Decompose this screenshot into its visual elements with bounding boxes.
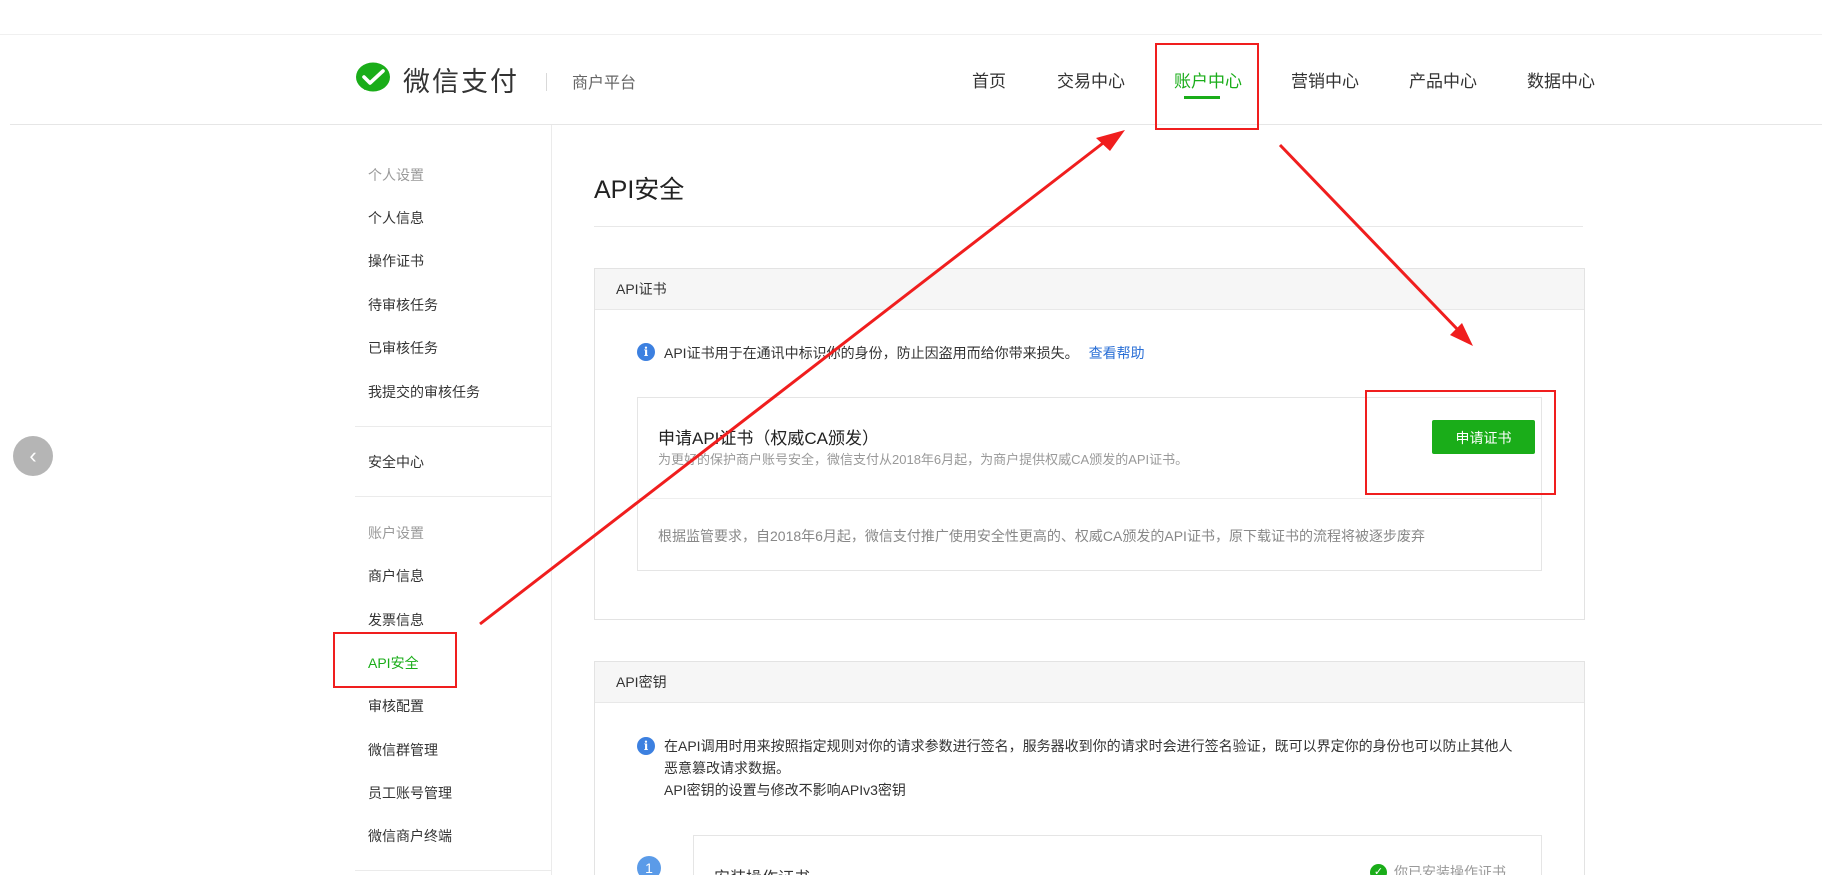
- page-title: API安全: [594, 176, 685, 204]
- sidebar-item-merchant-info[interactable]: 商户信息: [368, 566, 424, 586]
- nav-data-center[interactable]: 数据中心: [1527, 67, 1595, 92]
- api-key-info-text: 在API调用时用来按照指定规则对你的请求参数进行签名，服务器收到你的请求时会进行…: [664, 735, 1513, 801]
- sidebar-item-pending-review[interactable]: 待审核任务: [368, 295, 438, 315]
- sidebar-group-account: 账户设置: [368, 525, 424, 541]
- chevron-left-icon: ‹: [29, 443, 37, 468]
- wechat-pay-logo-icon: [356, 62, 390, 92]
- logo-subtitle: 商户平台: [572, 75, 637, 92]
- sidebar-border: [551, 125, 552, 875]
- api-cert-info-text: API证书用于在通讯中标识你的身份，防止因盗用而给你带来损失。: [664, 345, 1079, 361]
- api-key-panel: API密钥 i 在API调用时用来按照指定规则对你的请求参数进行签名，服务器收到…: [594, 661, 1585, 875]
- sidebar-item-personal-info[interactable]: 个人信息: [368, 208, 424, 228]
- api-key-info-line: 在API调用时用来按照指定规则对你的请求参数进行签名，服务器收到你的请求时会进行…: [664, 738, 1513, 754]
- sidebar-divider: [355, 870, 551, 871]
- apply-cert-card: 申请API证书（权威CA颁发） 为更好的保护商户账号安全，微信支付从2018年6…: [637, 397, 1542, 571]
- api-key-panel-header: API密钥: [595, 662, 1584, 703]
- info-icon: i: [637, 343, 655, 361]
- apply-cert-button[interactable]: 申请证书: [1432, 420, 1535, 454]
- sidebar-item-operation-cert[interactable]: 操作证书: [368, 251, 424, 271]
- logo-separator: [546, 73, 547, 91]
- sidebar-item-wechat-group[interactable]: 微信群管理: [368, 740, 438, 760]
- sidebar-item-reviewed[interactable]: 已审核任务: [368, 338, 438, 358]
- sidebar-item-review-config[interactable]: 审核配置: [368, 696, 424, 716]
- apply-cert-title: 申请API证书（权威CA颁发）: [658, 429, 880, 448]
- step-status: ✓ 你已安装操作证书: [1370, 862, 1506, 875]
- sidebar-group-personal: 个人设置: [368, 167, 424, 183]
- api-cert-panel-header: API证书: [595, 269, 1584, 310]
- step-status-text: 你已安装操作证书: [1394, 864, 1506, 875]
- nav-trade-center[interactable]: 交易中心: [1057, 67, 1125, 92]
- regulation-note: 根据监管要求，自2018年6月起，微信支付推广使用安全性更高的、权威CA颁发的A…: [658, 528, 1425, 544]
- header: 微信支付 商户平台 首页 交易中心 账户中心 营销中心 产品中心 数据中心: [10, 35, 1822, 125]
- logo[interactable]: 微信支付: [355, 61, 519, 97]
- card-divider: [638, 498, 1541, 499]
- sidebar-item-invoice-info[interactable]: 发票信息: [368, 610, 424, 630]
- sidebar-item-security-center[interactable]: 安全中心: [368, 452, 424, 472]
- sidebar-item-merchant-terminal[interactable]: 微信商户终端: [368, 826, 452, 846]
- api-key-info: i 在API调用时用来按照指定规则对你的请求参数进行签名，服务器收到你的请求时会…: [637, 735, 1513, 801]
- sidebar: 个人设置 个人信息 操作证书 待审核任务 已审核任务 我提交的审核任务 安全中心…: [355, 125, 551, 875]
- step-install-cert: 1 安装操作证书 ✓ 你已安装操作证书: [637, 835, 1542, 875]
- title-divider: [594, 226, 1583, 227]
- sidebar-item-submitted-review[interactable]: 我提交的审核任务: [368, 382, 480, 402]
- prev-button[interactable]: ‹: [13, 436, 53, 476]
- sidebar-divider: [355, 426, 551, 427]
- api-key-info-line: API密钥的设置与修改不影响APIv3密钥: [664, 782, 906, 798]
- api-key-info-line: 恶意篡改请求数据。: [664, 760, 790, 776]
- info-icon: i: [637, 737, 655, 755]
- sidebar-item-api-security[interactable]: API安全: [368, 653, 419, 673]
- api-cert-panel: API证书 i API证书用于在通讯中标识你的身份，防止因盗用而给你带来损失。 …: [594, 268, 1585, 620]
- nav-active-underline: [1184, 96, 1220, 99]
- sidebar-divider: [355, 496, 551, 497]
- step-title: 安装操作证书: [714, 864, 810, 875]
- apply-cert-description: 为更好的保护商户账号安全，微信支付从2018年6月起，为商户提供权威CA颁发的A…: [658, 452, 1189, 467]
- nav-marketing-center[interactable]: 营销中心: [1291, 67, 1359, 92]
- page: 微信支付 商户平台 首页 交易中心 账户中心 营销中心 产品中心 数据中心 ‹ …: [0, 0, 1822, 875]
- annotation-arrowhead: [1096, 130, 1125, 151]
- nav-account-center[interactable]: 账户中心: [1174, 67, 1242, 92]
- step-number: 1: [637, 856, 661, 875]
- nav-home[interactable]: 首页: [972, 67, 1006, 92]
- logo-text: 微信支付: [403, 66, 519, 97]
- nav-product-center[interactable]: 产品中心: [1409, 67, 1477, 92]
- sidebar-item-staff-accounts[interactable]: 员工账号管理: [368, 783, 452, 803]
- step-card: 安装操作证书 ✓ 你已安装操作证书: [693, 835, 1542, 875]
- help-link[interactable]: 查看帮助: [1089, 343, 1145, 363]
- check-circle-icon: ✓: [1370, 863, 1387, 875]
- api-cert-info: i API证书用于在通讯中标识你的身份，防止因盗用而给你带来损失。 查看帮助: [637, 343, 1145, 363]
